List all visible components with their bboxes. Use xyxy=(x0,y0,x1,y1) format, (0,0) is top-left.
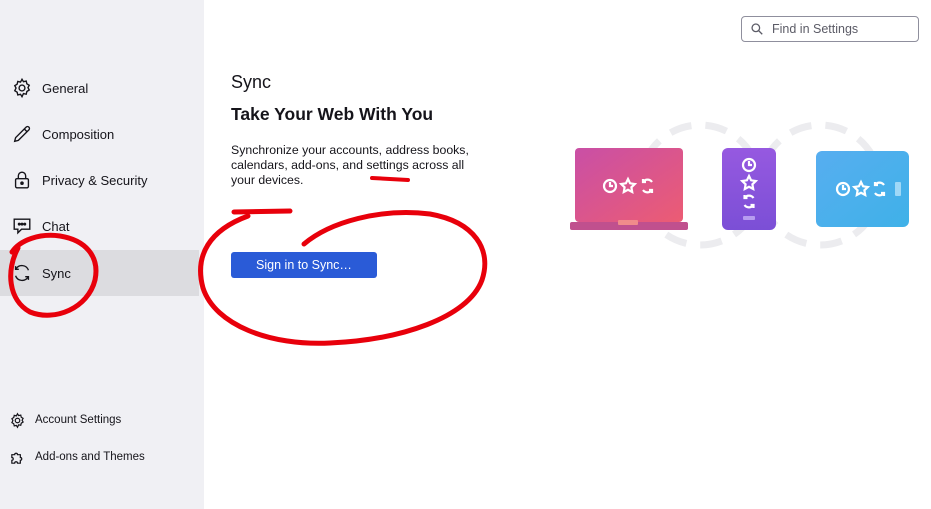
pencil-icon xyxy=(10,122,34,146)
puzzle-icon xyxy=(8,448,26,466)
sign-in-to-sync-button[interactable]: Sign in to Sync… xyxy=(231,252,377,278)
sidebar-item-label: Privacy & Security xyxy=(42,172,148,188)
phone-graphic xyxy=(722,148,776,230)
chat-icon xyxy=(10,214,34,238)
account-settings-link[interactable]: Account Settings xyxy=(8,408,121,432)
section-title: Sync xyxy=(231,72,272,92)
sidebar-item-label: Composition xyxy=(42,126,115,142)
account-settings-label: Account Settings xyxy=(35,414,122,426)
sidebar-item-label: Chat xyxy=(42,218,70,234)
tablet-graphic xyxy=(816,151,909,227)
sync-description: Synchronize your accounts, address books… xyxy=(231,143,469,187)
sidebar-item-sync[interactable]: Sync xyxy=(0,250,199,296)
sync-devices-illustration xyxy=(570,121,909,249)
sidebar-item-chat[interactable]: Chat xyxy=(0,203,199,249)
sidebar-item-general[interactable]: General xyxy=(0,65,199,111)
sidebar-item-privacy-security[interactable]: Privacy & Security xyxy=(0,157,199,203)
sidebar-item-label: General xyxy=(42,80,89,96)
addons-themes-link[interactable]: Add-ons and Themes xyxy=(8,445,145,469)
gear-icon xyxy=(10,76,34,100)
addons-themes-label: Add-ons and Themes xyxy=(35,451,145,463)
lock-icon xyxy=(10,168,34,192)
sidebar-item-label: Sync xyxy=(42,265,71,281)
search-box[interactable] xyxy=(741,16,919,42)
page-heading: Take Your Web With You xyxy=(231,104,434,124)
sidebar-item-composition[interactable]: Composition xyxy=(0,111,199,157)
laptop-graphic xyxy=(570,148,688,230)
search-icon xyxy=(751,23,763,35)
sidebar: General Composition Privacy & Security C… xyxy=(0,0,204,509)
red-dash-mark xyxy=(231,208,293,215)
gear-icon xyxy=(8,411,26,429)
search-input[interactable] xyxy=(772,22,912,36)
sync-icon xyxy=(10,261,34,285)
